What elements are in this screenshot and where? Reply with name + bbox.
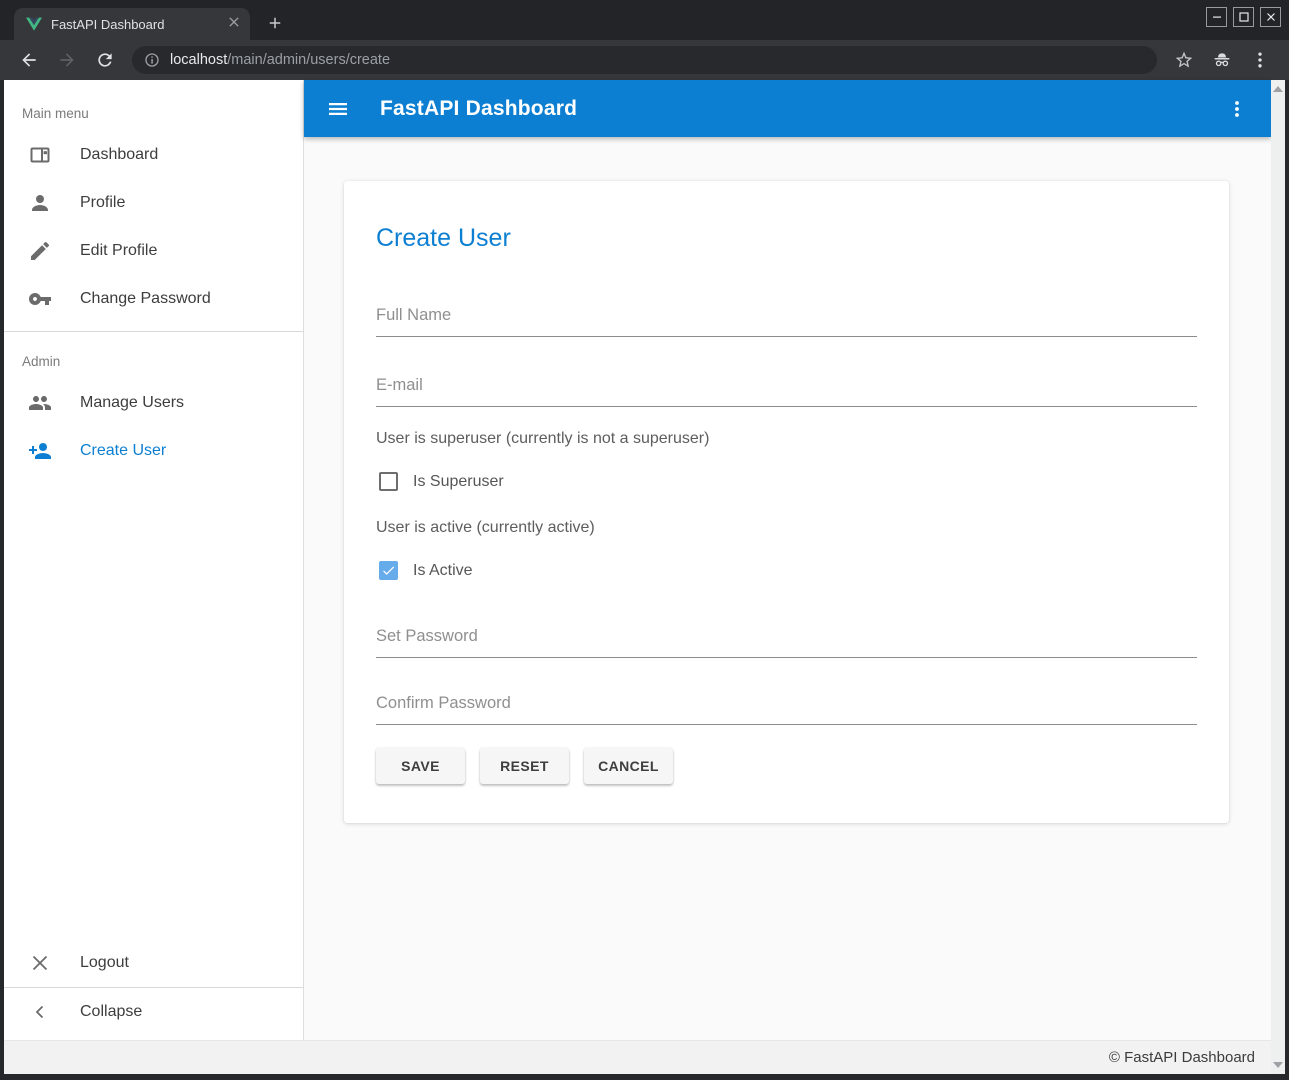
app-title: FastAPI Dashboard [380, 97, 577, 121]
tab-close-icon[interactable] [226, 14, 242, 35]
scrollbar-down-arrow[interactable] [1273, 1062, 1283, 1068]
create-user-card: Create User User is superuser (currently… [344, 181, 1229, 823]
person-icon [28, 191, 52, 215]
pencil-icon [28, 239, 52, 263]
active-hint: User is active (currently active) [376, 518, 1197, 537]
sidebar-divider [4, 331, 303, 332]
browser-tab[interactable]: FastAPI Dashboard [14, 8, 250, 40]
is-superuser-checkbox[interactable] [379, 472, 398, 491]
app-bar: FastAPI Dashboard [304, 80, 1271, 137]
page-title: Create User [376, 223, 1197, 253]
is-active-label[interactable]: Is Active [413, 562, 473, 580]
is-superuser-label[interactable]: Is Superuser [413, 473, 504, 491]
site-info-icon[interactable] [144, 52, 160, 68]
browser-window: FastAPI Dashboard [0, 0, 1289, 1080]
close-icon [28, 951, 52, 975]
sidebar-item-manage-users[interactable]: Manage Users [4, 379, 303, 427]
browser-menu-icon[interactable] [1241, 50, 1279, 70]
main-area: FastAPI Dashboard Create User [304, 80, 1271, 1040]
is-active-checkbox[interactable] [379, 561, 398, 580]
chevron-left-icon [28, 1000, 52, 1024]
sidebar-section-main-menu: Main menu [4, 80, 303, 131]
back-button[interactable] [10, 50, 48, 70]
sidebar-item-collapse[interactable]: Collapse [4, 988, 303, 1036]
url-path: /main/admin/users/create [227, 52, 390, 68]
email-input[interactable] [376, 373, 1197, 407]
confirm-password-field [376, 691, 1197, 725]
sidebar-item-profile[interactable]: Profile [4, 179, 303, 227]
page-viewport: Main menu Dashboard Pro [4, 80, 1285, 1074]
superuser-hint: User is superuser (currently is not a su… [376, 429, 1197, 448]
forward-button[interactable] [48, 50, 86, 70]
full-name-input[interactable] [376, 303, 1197, 337]
tab-title: FastAPI Dashboard [51, 17, 226, 32]
new-tab-button[interactable] [266, 14, 284, 32]
key-icon [28, 287, 52, 311]
url-host: localhost [170, 52, 227, 68]
people-icon [28, 391, 52, 415]
copyright-text: © FastAPI Dashboard [1109, 1041, 1285, 1074]
sidebar-item-change-password[interactable]: Change Password [4, 275, 303, 323]
save-button[interactable]: SAVE [376, 748, 465, 784]
incognito-icon [1203, 50, 1241, 70]
scrollbar-up-arrow[interactable] [1273, 86, 1283, 92]
is-active-row[interactable]: Is Active [376, 561, 1197, 580]
sidebar-item-dashboard[interactable]: Dashboard [4, 131, 303, 179]
page-content: Create User User is superuser (currently… [304, 137, 1271, 1040]
vue-logo-icon [26, 16, 42, 32]
scrollbar[interactable] [1271, 80, 1285, 1074]
reset-button[interactable]: RESET [480, 748, 569, 784]
window-maximize-button[interactable] [1233, 7, 1254, 27]
confirm-password-input[interactable] [376, 691, 1197, 725]
browser-toolbar: localhost/main/admin/users/create [0, 40, 1289, 80]
is-superuser-row[interactable]: Is Superuser [376, 472, 1197, 491]
sidebar-item-create-user[interactable]: Create User [4, 427, 303, 475]
reload-button[interactable] [86, 50, 124, 70]
url-text: localhost/main/admin/users/create [170, 51, 390, 69]
tab-strip: FastAPI Dashboard [0, 0, 1289, 40]
sidebar-bottom: Logout Collapse [4, 939, 303, 1040]
dashboard-icon [28, 143, 52, 167]
window-minimize-button[interactable] [1206, 7, 1227, 27]
sidebar: Main menu Dashboard Pro [4, 80, 304, 1040]
hamburger-menu-icon[interactable] [326, 97, 350, 121]
person-add-icon [28, 439, 52, 463]
appbar-menu-icon[interactable] [1225, 97, 1249, 121]
full-name-field [376, 303, 1197, 337]
set-password-field [376, 624, 1197, 658]
address-bar[interactable]: localhost/main/admin/users/create [132, 46, 1157, 74]
email-field [376, 373, 1197, 407]
page-footer: © FastAPI Dashboard [4, 1040, 1285, 1074]
cancel-button[interactable]: CANCEL [584, 748, 673, 784]
form-actions: SAVE RESET CANCEL [376, 748, 1197, 784]
window-controls [1206, 7, 1281, 27]
window-close-button[interactable] [1260, 7, 1281, 27]
bookmark-star-icon[interactable] [1165, 50, 1203, 70]
sidebar-section-admin: Admin [4, 340, 303, 379]
sidebar-item-logout[interactable]: Logout [4, 939, 303, 987]
sidebar-item-edit-profile[interactable]: Edit Profile [4, 227, 303, 275]
set-password-input[interactable] [376, 624, 1197, 658]
